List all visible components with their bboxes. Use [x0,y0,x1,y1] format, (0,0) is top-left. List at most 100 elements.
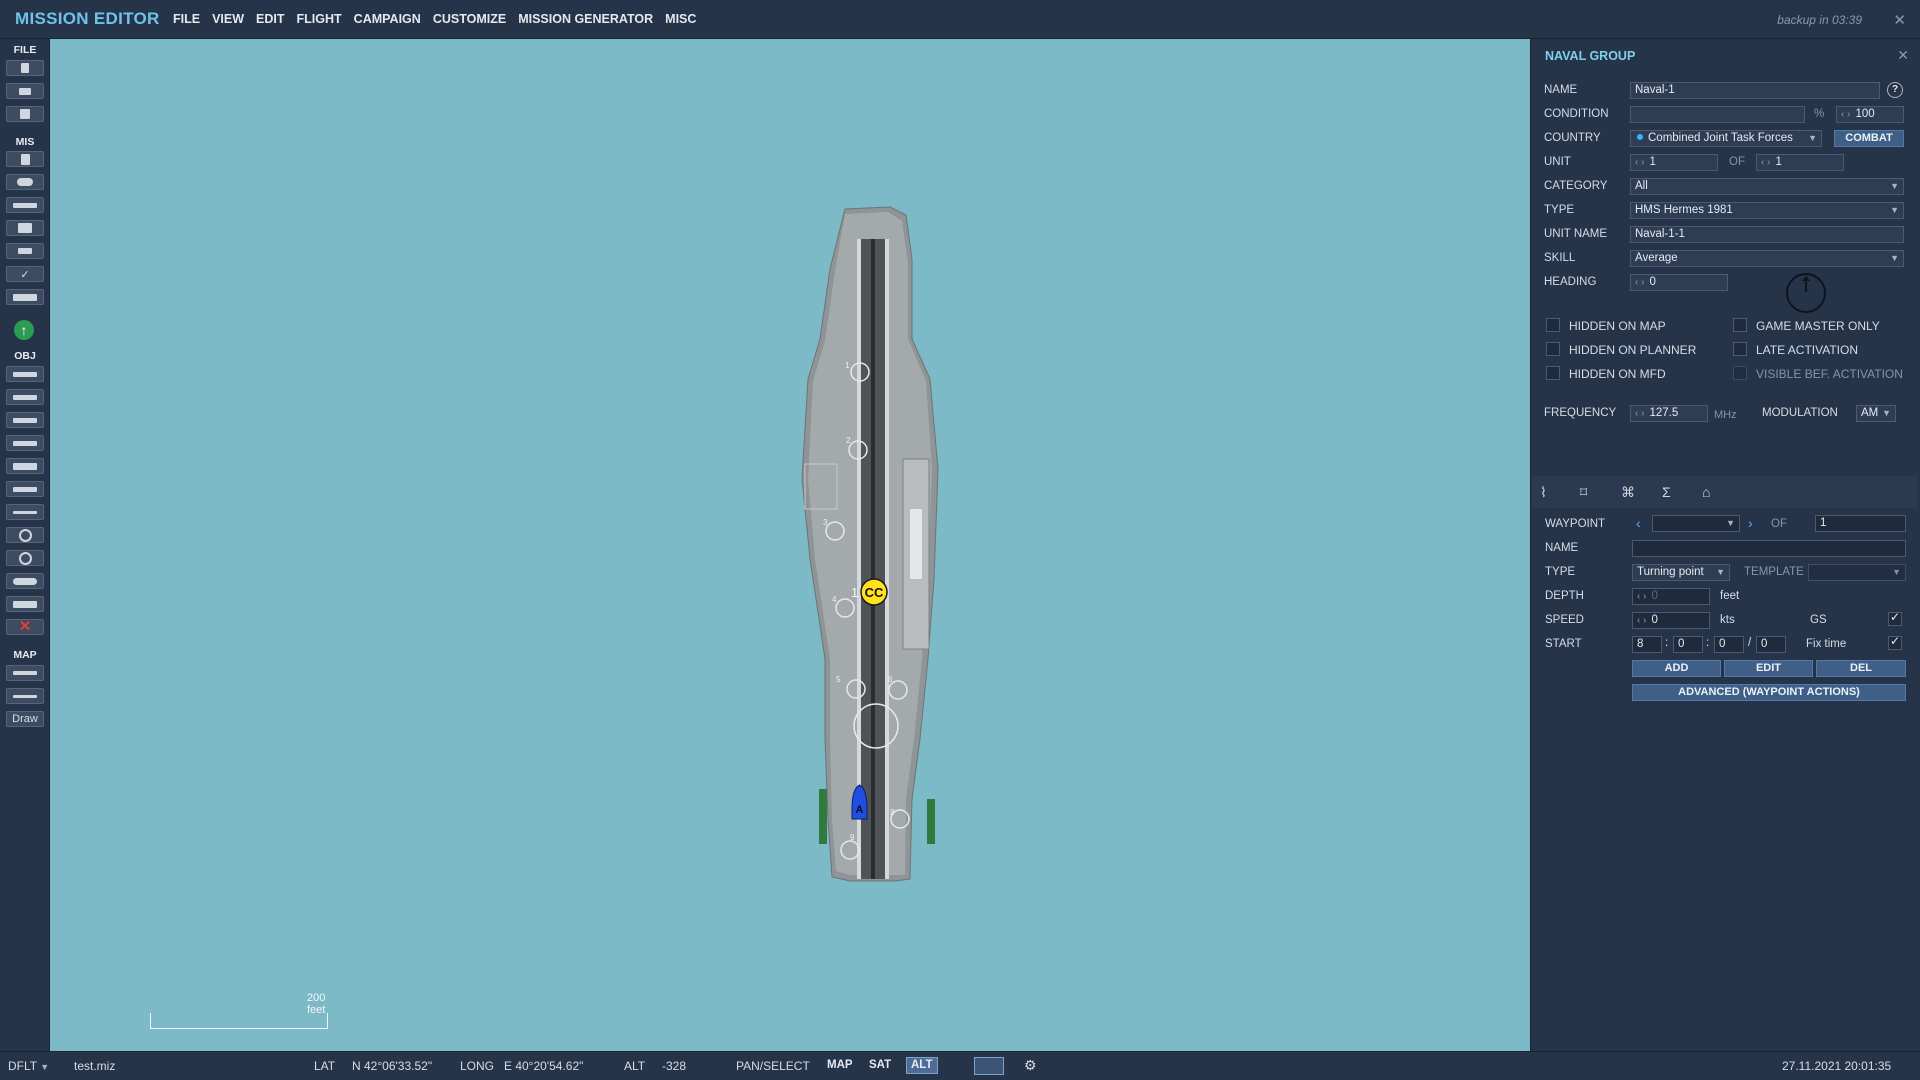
menu-misc[interactable]: MISC [665,12,696,26]
menu-flight[interactable]: FLIGHT [297,12,342,26]
edit-waypoint-button[interactable]: EDIT [1724,660,1813,677]
start-hours-input[interactable]: 8 [1632,636,1662,653]
game-master-only-checkbox[interactable] [1733,318,1747,332]
add-waypoint-button[interactable]: ADD [1632,660,1721,677]
satellite-view-button[interactable]: SAT [865,1057,895,1074]
unit-index-stepper[interactable]: ‹ › 1 [1630,154,1718,171]
combat-button[interactable]: COMBAT [1834,130,1904,147]
draw-button[interactable]: Draw [6,711,44,727]
aircraft-carrier[interactable]: 1 2 3 4 5 6 8 9 [801,206,939,882]
ruler-icon[interactable] [6,688,44,704]
arrow-up-icon[interactable]: ↑ [14,320,34,340]
lat-label: LAT [314,1059,336,1073]
hidden-on-map-checkbox[interactable] [1546,318,1560,332]
advanced-waypoint-actions-button[interactable]: ADVANCED (WAYPOINT ACTIONS) [1632,684,1906,701]
resources-icon[interactable] [6,289,44,305]
template-icon[interactable] [6,596,44,612]
settings-gear-icon[interactable]: ⚙ [1024,1057,1037,1074]
start-day-input[interactable]: 0 [1756,636,1786,653]
template-select[interactable]: ▼ [1808,564,1906,581]
briefing-icon[interactable] [6,151,44,167]
actions-tab-icon[interactable]: ⌘ [1621,484,1635,501]
save-mission-icon[interactable] [6,106,44,122]
country-select[interactable]: Combined Joint Task Forces ▼ [1630,130,1822,147]
new-mission-icon[interactable] [6,60,44,76]
zoom-icon[interactable] [6,665,44,681]
depth-stepper[interactable]: ‹ › 0 [1632,588,1710,605]
frequency-stepper[interactable]: ‹ › 127.5 [1630,405,1708,422]
payload-tab-icon[interactable]: ⌂ [1702,484,1710,500]
menu-customize[interactable]: CUSTOMIZE [433,12,506,26]
pan-select-mode[interactable]: PAN/SELECT [736,1059,810,1073]
open-mission-icon[interactable] [6,83,44,99]
type-select[interactable]: HMS Hermes 1981 ▼ [1630,202,1904,219]
menu-edit[interactable]: EDIT [256,12,284,26]
helicopter-icon[interactable] [6,389,44,405]
route-tab-icon[interactable]: ⌇ [1540,484,1547,501]
triggers-icon[interactable] [6,197,44,213]
heading-label: HEADING [1544,276,1597,288]
plane-icon[interactable] [6,366,44,382]
modulation-label: MODULATION [1762,407,1838,419]
menu-file[interactable]: FILE [173,12,200,26]
menu-campaign[interactable]: CAMPAIGN [354,12,421,26]
close-icon[interactable]: ✕ [1897,47,1909,64]
delete-waypoint-button[interactable]: DEL [1816,660,1906,677]
hidden-on-planner-checkbox[interactable] [1546,342,1560,356]
hidden-on-mfd-checkbox[interactable] [1546,366,1560,380]
nav-point-icon[interactable] [6,550,44,566]
map-canvas[interactable]: 1 2 3 4 5 6 8 9 1 CC A [50,39,1530,1051]
condition-input[interactable]: ‹ › 100 [1836,106,1904,123]
chevron-down-icon: ▼ [40,1062,50,1072]
altitude-view-button[interactable]: ALT [906,1057,938,1074]
waypoint-next-icon[interactable]: › [1748,515,1753,531]
unit-count-stepper[interactable]: ‹ › 1 [1756,154,1844,171]
help-icon[interactable]: ? [1887,82,1903,98]
mode-select[interactable]: DFLT ▼ [8,1059,49,1073]
waypoint-type-select[interactable]: Turning point ▼ [1632,564,1730,581]
summary-tab-icon[interactable]: Σ [1662,484,1671,500]
speed-stepper[interactable]: ‹ › 0 [1632,612,1710,629]
heading-stepper[interactable]: ‹ › 0 [1630,274,1728,291]
link-icon[interactable] [6,573,44,589]
fix-time-checkbox[interactable] [1888,634,1902,650]
goals-icon[interactable] [6,220,44,236]
gs-checkbox[interactable] [1888,610,1902,626]
carrier-group-marker[interactable]: CC [860,578,888,606]
category-select[interactable]: All ▼ [1630,178,1904,195]
heading-dial[interactable] [1786,273,1826,313]
start-seconds-input[interactable]: 0 [1714,636,1744,653]
feet-label: feet [1720,590,1740,602]
checkmark-icon[interactable]: ✓ [6,266,44,282]
menu-mission-generator[interactable]: MISSION GENERATOR [518,12,653,26]
target-icon[interactable] [6,527,44,543]
skill-select[interactable]: Average ▼ [1630,250,1904,267]
vehicle-icon[interactable] [6,435,44,451]
waypoint-name-input[interactable] [1632,540,1906,557]
waypoint-prev-icon[interactable]: ‹ [1636,515,1641,531]
condition-slider[interactable] [1630,106,1805,123]
targets-tab-icon[interactable]: ⌑ [1580,484,1587,501]
static-object-icon[interactable] [6,458,44,474]
map-view-button[interactable]: MAP [823,1057,857,1074]
start-minutes-input[interactable]: 0 [1673,636,1703,653]
layers-icon[interactable] [974,1057,1004,1075]
trigger-zone-icon[interactable] [6,504,44,520]
template-label: TEMPLATE [1744,566,1804,578]
modulation-select[interactable]: AM ▼ [1856,405,1896,422]
group-name-input[interactable]: Naval-1 [1630,82,1880,99]
close-icon[interactable]: ✕ [1893,11,1906,29]
waypoint-select[interactable]: ▼ [1652,515,1740,532]
flag-icon[interactable] [6,243,44,259]
delete-icon[interactable]: ✕ [6,619,44,635]
map-view[interactable]: 1 2 3 4 5 6 8 9 1 CC A 200 feet [50,39,1530,1051]
unit-number-label: 1 [851,585,858,600]
menu-view[interactable]: VIEW [212,12,244,26]
weather-icon[interactable] [6,174,44,190]
menu-bar: MISSION EDITOR FILE VIEW EDIT FLIGHT CAM… [0,0,1920,39]
unit-name-input[interactable]: Naval-1-1 [1630,226,1904,243]
airfield-icon[interactable] [6,481,44,497]
ship-icon[interactable] [6,412,44,428]
visible-before-activation-checkbox[interactable] [1733,366,1747,380]
late-activation-checkbox[interactable] [1733,342,1747,356]
